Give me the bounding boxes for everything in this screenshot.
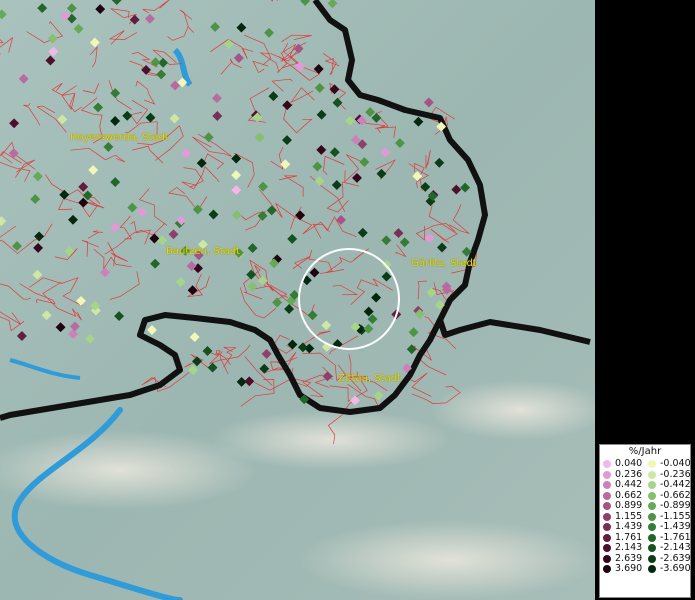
legend-swatch-positive <box>603 565 611 574</box>
legend-value-positive: 0.442 <box>615 479 643 491</box>
legend-value-positive: 1.761 <box>615 531 643 543</box>
legend-value-negative: -0.662 <box>660 489 691 501</box>
legend-value-negative: -1.439 <box>660 521 691 533</box>
legend-value-positive: 0.040 <box>615 458 643 470</box>
legend-swatch-positive <box>603 544 611 553</box>
legend-value-positive: 0.662 <box>615 489 643 501</box>
legend-value-positive: 1.155 <box>615 510 643 522</box>
terrain-background <box>0 0 595 600</box>
legend-value-positive: 1.439 <box>615 521 643 533</box>
place-label-zittau: Zittau, Stadt <box>338 373 401 384</box>
legend-row: 0.442 -0.442 <box>600 479 691 491</box>
legend-swatch-positive <box>603 523 611 532</box>
legend-value-positive: 3.690 <box>615 563 643 575</box>
legend-swatch-negative <box>648 554 656 563</box>
place-label-goerlitz: Görlitz, Stadt <box>411 258 477 269</box>
legend: %/Jahr 0.040 -0.040 0.236 -0.236 0.442 -0.442… <box>599 444 691 598</box>
legend-row: 2.143 -2.143 <box>600 542 691 554</box>
legend-row: 3.690 -3.690 <box>600 563 691 575</box>
legend-swatch-positive <box>603 481 611 490</box>
legend-swatch-negative <box>648 460 656 469</box>
legend-value-negative: -0.442 <box>660 479 691 491</box>
legend-swatch-positive <box>603 512 611 521</box>
map-canvas[interactable] <box>0 0 595 600</box>
legend-value-positive: 2.639 <box>615 552 643 564</box>
legend-value-negative: -3.690 <box>660 563 691 575</box>
map-view[interactable]: Hoyerswerda, Stadt Bautzen, Stadt Görlit… <box>0 0 595 600</box>
mountain-haze <box>300 520 595 600</box>
legend-swatch-positive <box>603 554 611 563</box>
place-label-bautzen: Bautzen, Stadt <box>166 246 241 257</box>
legend-swatch-negative <box>648 533 656 542</box>
legend-value-negative: -0.899 <box>660 500 691 512</box>
legend-row: 1.439 -1.439 <box>600 521 691 533</box>
legend-swatch-negative <box>648 470 656 479</box>
legend-swatch-positive <box>603 460 611 469</box>
legend-rows: 0.040 -0.040 0.236 -0.236 0.442 -0.442 0.662 -0… <box>600 458 691 575</box>
legend-swatch-negative <box>648 502 656 511</box>
legend-value-positive: 2.143 <box>615 542 643 554</box>
legend-value-negative: -2.143 <box>660 542 691 554</box>
legend-row: 0.899 -0.899 <box>600 500 691 512</box>
legend-swatch-positive <box>603 470 611 479</box>
legend-swatch-negative <box>648 523 656 532</box>
legend-swatch-positive <box>603 502 611 511</box>
legend-swatch-negative <box>648 491 656 500</box>
legend-title: %/Jahr <box>628 446 662 457</box>
mountain-haze <box>210 410 450 470</box>
legend-value-negative: -1.155 <box>660 510 691 522</box>
legend-value-negative: -0.040 <box>660 458 691 470</box>
legend-swatch-negative <box>648 512 656 521</box>
legend-swatch-positive <box>603 491 611 500</box>
legend-row: 0.040 -0.040 <box>600 458 691 470</box>
legend-value-positive: 0.236 <box>615 468 643 480</box>
legend-value-positive: 0.899 <box>615 500 643 512</box>
legend-value-negative: -2.639 <box>660 552 691 564</box>
legend-value-negative: -0.236 <box>660 468 691 480</box>
legend-swatch-negative <box>648 544 656 553</box>
place-label-hoyerswerda: Hoyerswerda, Stadt <box>70 132 169 143</box>
legend-value-negative: -1.761 <box>660 531 691 543</box>
legend-swatch-negative <box>648 565 656 574</box>
legend-swatch-positive <box>603 533 611 542</box>
legend-swatch-negative <box>648 481 656 490</box>
